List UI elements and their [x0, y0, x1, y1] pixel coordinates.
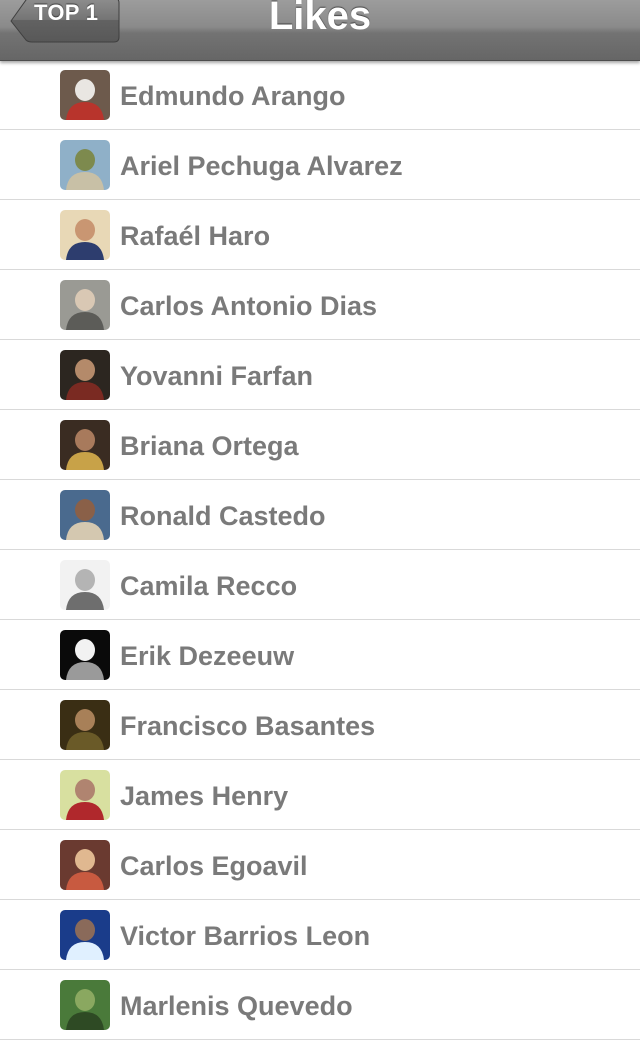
person-name: Rafaél Haro — [120, 221, 271, 251]
avatar — [60, 630, 110, 680]
avatar — [60, 70, 110, 120]
avatar — [60, 420, 110, 470]
list-item[interactable]: Edmundo Arango — [0, 60, 640, 130]
person-name: Carlos Antonio Dias — [120, 291, 378, 321]
page-title: Likes — [268, 0, 372, 38]
person-name: Carlos Egoavil — [120, 851, 308, 881]
avatar — [60, 980, 110, 1030]
avatar — [60, 280, 110, 330]
list-item[interactable]: Erik Dezeeuw — [0, 620, 640, 690]
list-item[interactable]: Yovanni Farfan — [0, 340, 640, 410]
list-item[interactable]: Ronald Castedo — [0, 480, 640, 550]
person-name: Yovanni Farfan — [120, 361, 314, 391]
list-item[interactable]: Francisco Basantes — [0, 690, 640, 760]
avatar — [60, 840, 110, 890]
avatar — [60, 560, 110, 610]
list-item[interactable]: Victor Barrios Leon — [0, 900, 640, 970]
person-name: Camila Recco — [120, 571, 298, 601]
avatar — [60, 910, 110, 960]
person-name: Ariel Pechuga Alvarez — [120, 151, 403, 181]
avatar — [60, 210, 110, 260]
list-item[interactable]: Ariel Pechuga Alvarez — [0, 130, 640, 200]
list-item[interactable]: Carlos Egoavil — [0, 830, 640, 900]
person-name: Ronald Castedo — [120, 501, 326, 531]
avatar — [60, 490, 110, 540]
avatar — [60, 140, 110, 190]
list-item[interactable]: Marlenis Quevedo — [0, 970, 640, 1040]
list-item[interactable]: Camila Recco — [0, 550, 640, 620]
person-name: Erik Dezeeuw — [120, 641, 295, 671]
avatar — [60, 770, 110, 820]
person-name: Victor Barrios Leon — [120, 921, 371, 951]
list-item[interactable]: James Henry — [0, 760, 640, 830]
person-name: James Henry — [120, 781, 289, 811]
person-name: Briana Ortega — [120, 431, 299, 461]
list-item[interactable]: Briana Ortega — [0, 410, 640, 480]
avatar — [60, 700, 110, 750]
person-name: Edmundo Arango — [120, 81, 346, 111]
avatar — [60, 350, 110, 400]
likes-list: Edmundo Arango Ariel Pechuga Alvarez Rafaé… — [0, 60, 640, 1040]
navigation-bar: TOP 1 Likes — [0, 0, 640, 61]
list-item[interactable]: Rafaél Haro — [0, 200, 640, 270]
person-name: Francisco Basantes — [120, 711, 376, 741]
person-name: Marlenis Quevedo — [120, 991, 353, 1021]
list-item[interactable]: Carlos Antonio Dias — [0, 270, 640, 340]
